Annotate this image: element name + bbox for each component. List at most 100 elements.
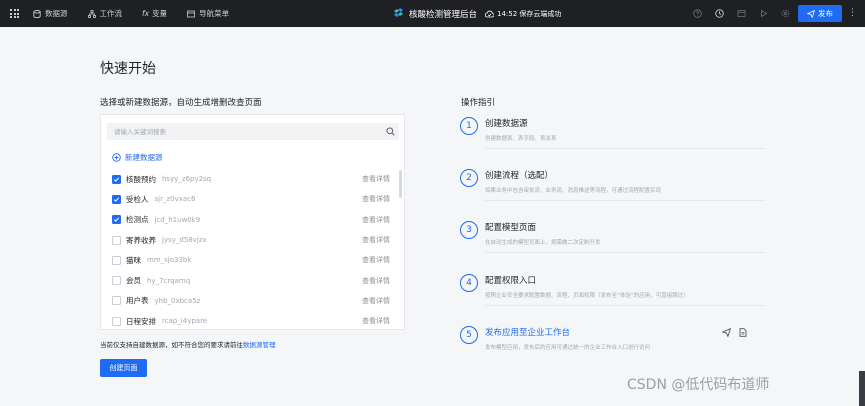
datasource-code: mm_sjo33bk [147,256,192,265]
publish-button[interactable]: 发布 [798,5,842,22]
step-5-actions [722,328,755,337]
datasource-section-title: 选择或新建数据源，自动生成增删改查页面 [100,98,262,108]
create-page-button[interactable]: 创建页面 [100,359,147,377]
check-icon [113,177,120,182]
step-description: 如果业务中包含审批流、业务流、消息推送等流程，可通过流程配置实现 [485,188,662,194]
step-description: 按照企业安全要求配置数据、流程、页面权限（发布至“体验”的应用，可直接跳过） [485,293,689,299]
checkbox[interactable] [112,215,121,225]
view-detail-link[interactable]: 查看详情 [362,215,390,225]
nav-datasource[interactable]: 数据源 [33,8,68,19]
datasource-name: 检测点 [126,215,149,225]
document-icon[interactable] [739,328,747,337]
note-text: 当前仅支持自建数据源，如不符合您的要求请前往 [100,341,243,349]
preview-icon[interactable] [735,8,747,20]
nav-menu[interactable]: 导航菜单 [187,8,229,19]
nav-label: 工作流 [99,9,123,18]
view-detail-link[interactable]: 查看详情 [362,276,390,286]
divider [485,252,766,253]
checkbox[interactable] [112,276,121,286]
toolbar-icons [691,0,801,27]
datasource-code: jysy_d58vjzx [162,236,207,245]
datasource-row[interactable]: 寄养收养 jysy_d58vjzx 查看详情 [112,230,397,250]
step-title: 创建数据源 [485,119,528,129]
datasource-panel: 新建数据源 核酸预约 hsyy_z6py2sq 查看详情 受检人 sjr_z0v… [100,114,405,330]
app-title-area: 核酸检测管理后台 14:52 保存云端成功 [393,0,561,27]
step-number: 3 [460,221,478,239]
publish-label: 发布 [818,9,833,18]
checkbox[interactable] [112,296,121,306]
database-icon [33,9,41,18]
step-title: 创建流程（选配） [485,171,554,181]
top-bar: 数据源 工作流 fx 变量 导航菜单 核酸检测管理后台 14:52 保存云端成功… [0,0,865,27]
step-title: 配置模型页面 [485,223,537,233]
nav-variable[interactable]: fx 变量 [142,8,167,19]
datasource-row[interactable]: 受检人 sjr_z0vxac6 查看详情 [112,189,397,209]
divider [485,148,766,149]
view-detail-link[interactable]: 查看详情 [362,235,390,245]
check-icon [113,217,120,223]
save-status-text: 14:52 保存云端成功 [497,9,562,18]
new-datasource-link[interactable]: 新建数据源 [112,152,163,163]
view-detail-link[interactable]: 查看详情 [362,296,390,306]
checkbox[interactable] [112,255,121,265]
datasource-code: hy_7crqamq [147,276,191,285]
check-icon [113,197,120,202]
datasource-code: yhb_0xbca5z [154,296,201,305]
nav-label: 数据源 [45,9,68,18]
datasource-row[interactable]: 用户表 yhb_0xbca5z 查看详情 [112,291,397,311]
step-number: 1 [460,117,478,135]
app-logo-icon [394,8,403,17]
checkbox[interactable] [112,194,121,204]
divider [485,200,766,201]
step-number: 5 [460,326,478,344]
menu-icon [187,10,195,17]
datasource-row[interactable]: 会员 hy_7crqamq 查看详情 [112,270,397,290]
save-status: 14:52 保存云端成功 [485,9,561,19]
step-number: 2 [460,169,478,187]
step-description: 发布模型应用，发布后的应用可通过统一的企业工作台入口进行访问 [485,345,651,351]
datasource-row[interactable]: 猫咪 mm_sjo33bk 查看详情 [112,250,397,270]
step-description: 创建数据表、表字段、表关系 [485,136,557,142]
checkbox[interactable] [112,235,121,245]
datasource-code: rcap_i4ypare [162,317,208,326]
more-icon[interactable]: ⋮ [848,8,857,18]
workflow-icon [87,9,96,18]
cloud-check-icon [485,10,495,17]
nav-workflow[interactable]: 工作流 [87,8,123,19]
watermark: CSDN @低代码布道师 [627,377,770,393]
play-icon[interactable] [757,8,769,20]
edge-strip [859,371,865,406]
view-detail-link[interactable]: 查看详情 [362,316,390,326]
datasource-name: 寄养收养 [126,235,156,245]
send-icon[interactable] [722,328,731,337]
datasource-row[interactable]: 日程安排 rcap_i4ypare 查看详情 [112,311,397,331]
list-scrollbar[interactable] [399,170,402,198]
nav-label: 变量 [152,9,168,18]
datasource-manage-link[interactable]: 数据源管理 [243,341,276,349]
checkbox[interactable] [112,316,121,326]
fx-icon: fx [142,9,150,18]
datasource-row[interactable]: 检测点 jcd_h1uw0k9 查看详情 [112,210,397,230]
view-detail-link[interactable]: 查看详情 [362,174,390,184]
search-icon[interactable] [386,127,395,136]
search-input[interactable] [107,123,399,140]
checkbox[interactable] [112,174,121,184]
plus-circle-icon [112,153,121,162]
datasource-code: jcd_h1uw0k9 [154,215,201,224]
send-icon [807,9,815,18]
datasource-row[interactable]: 核酸预约 hsyy_z6py2sq 查看详情 [112,169,397,189]
view-detail-link[interactable]: 查看详情 [362,255,390,265]
app-title: 核酸检测管理后台 [409,9,478,20]
step-description: 在自动生成的模型页面上，按需做二次定制开发 [485,240,601,246]
datasource-name: 核酸预约 [126,174,156,184]
datasource-list: 核酸预约 hsyy_z6py2sq 查看详情 受检人 sjr_z0vxac6 查… [112,169,397,331]
view-detail-link[interactable]: 查看详情 [362,194,390,204]
datasource-name: 受检人 [126,194,149,204]
app-grid-icon[interactable] [10,9,19,18]
history-icon[interactable] [713,8,725,20]
guide-section-title: 操作指引 [461,98,496,108]
help-icon[interactable] [691,8,703,20]
datasource-code: hsyy_z6py2sq [162,175,212,184]
settings-icon[interactable] [779,8,791,20]
datasource-note: 当前仅支持自建数据源，如不符合您的要求请前往数据源管理 [100,339,276,349]
